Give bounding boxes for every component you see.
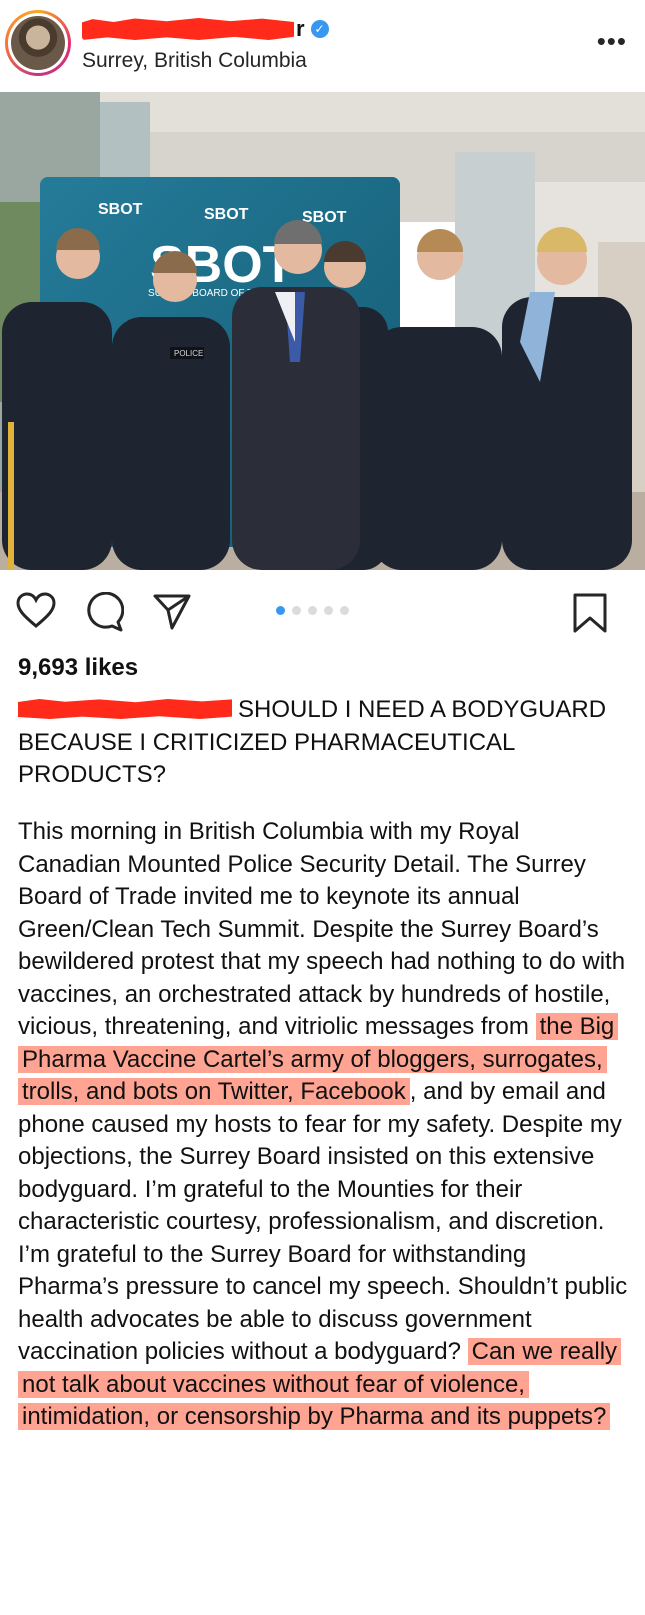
caption-headline: SHOULD I NEED A BODYGUARD BECAUSE I CRIT… [18, 694, 628, 792]
username-visible-text: r [296, 16, 305, 41]
username-redaction [82, 18, 294, 40]
caption-body: This morning in British Columbia with my… [18, 816, 628, 1434]
likes-count[interactable]: 9,693 likes [18, 654, 138, 682]
carousel-dot [308, 606, 317, 615]
post-photo[interactable]: SBOT SBOT SBOT SBOT SURREY BOARD OF TRAD… [0, 92, 645, 570]
location-link[interactable]: Surrey, British Columbia [82, 49, 307, 73]
caption-username-redaction[interactable] [18, 699, 232, 719]
action-bar [0, 570, 645, 650]
share-icon[interactable] [152, 592, 192, 630]
heart-icon[interactable] [16, 592, 56, 630]
avatar-image [11, 16, 65, 70]
username[interactable]: r ✓ [82, 14, 329, 44]
post-header: r ✓ Surrey, British Columbia ••• [0, 0, 645, 92]
police-patch-text: POLICE [174, 349, 203, 358]
carousel-dot [340, 606, 349, 615]
photo-illustration: SBOT SBOT SBOT SBOT SURREY BOARD OF TRAD… [0, 92, 645, 570]
banner-logo-small-1: SBOT [98, 201, 143, 218]
carousel-dot [276, 606, 285, 615]
body-text-part-1: This morning in British Columbia with my… [18, 818, 626, 1040]
body-text-part-2: , and by email and phone caused my hosts… [18, 1078, 628, 1365]
bookmark-icon[interactable] [572, 592, 608, 634]
carousel-indicator [276, 606, 349, 615]
comment-icon[interactable] [84, 592, 124, 632]
verified-badge-icon: ✓ [310, 20, 329, 38]
banner-logo-small-2: SBOT [204, 206, 249, 223]
carousel-dot [324, 606, 333, 615]
carousel-dot [292, 606, 301, 615]
more-horizontal-icon[interactable]: ••• [597, 26, 627, 57]
avatar[interactable] [5, 10, 71, 76]
